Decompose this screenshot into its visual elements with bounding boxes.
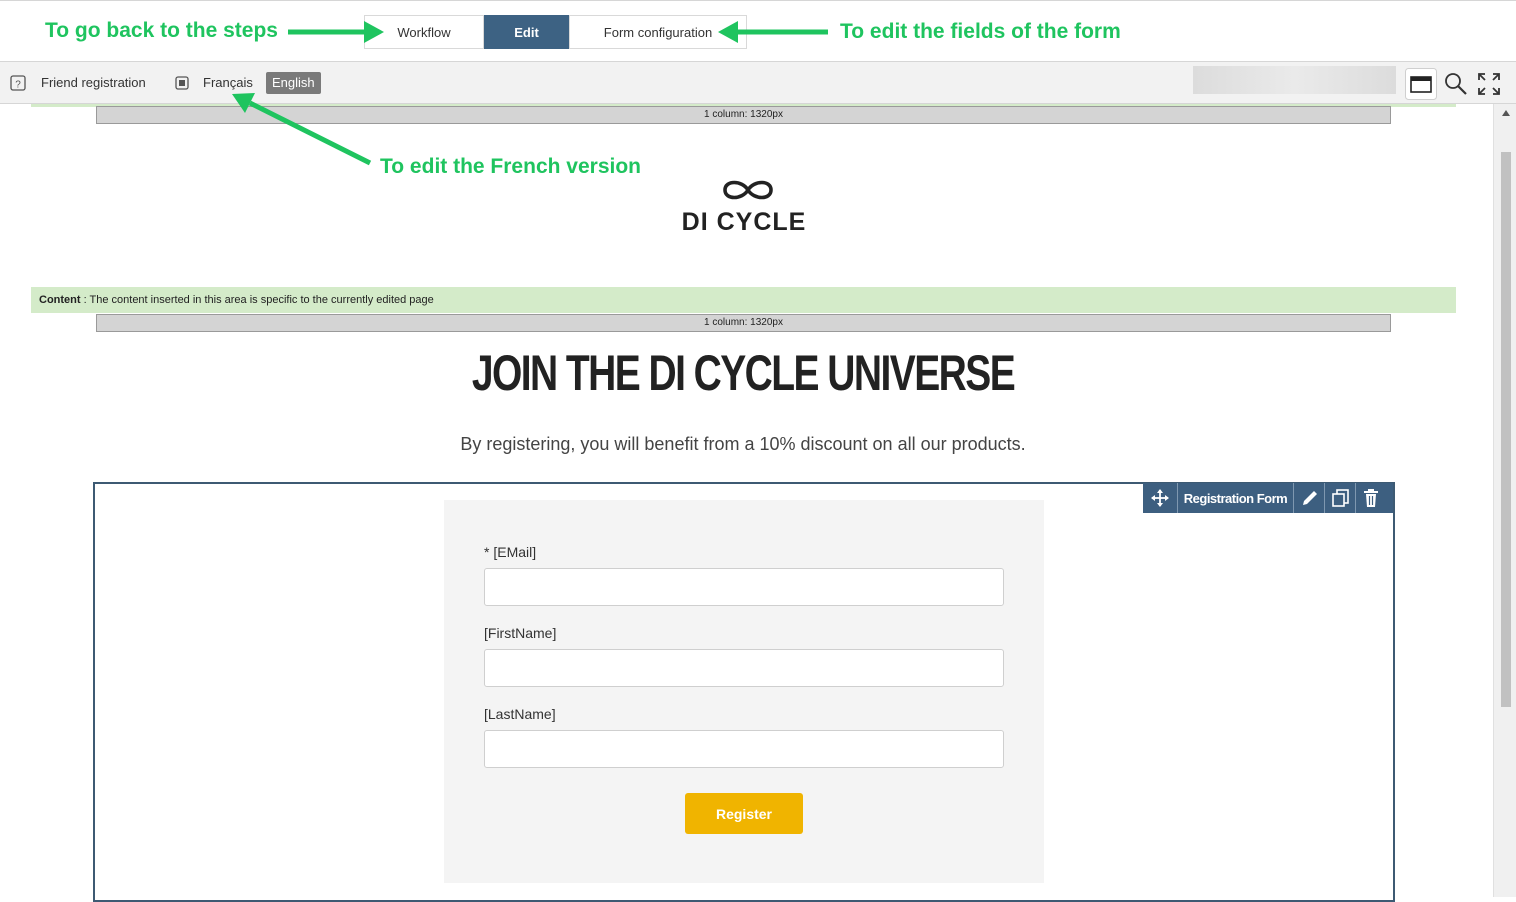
page-subheadline: By registering, you will benefit from a … <box>460 434 1026 454</box>
email-field[interactable] <box>484 568 1004 606</box>
lastname-label: [LastName] <box>484 706 556 722</box>
search-icon[interactable] <box>1444 72 1468 96</box>
help-icon[interactable]: ? <box>10 75 26 91</box>
toolbar-divider <box>1355 483 1356 513</box>
firstname-field[interactable] <box>484 649 1004 687</box>
toolbar-divider <box>1293 483 1294 513</box>
page-headline: JOIN THE DI CYCLE UNIVERSE <box>471 345 1016 401</box>
lastname-field[interactable] <box>484 730 1004 768</box>
fullscreen-icon[interactable] <box>1478 73 1500 95</box>
block-toolbar: Registration Form <box>1143 483 1393 513</box>
content-band-title: Content <box>39 294 81 306</box>
delete-trash-icon[interactable] <box>1362 488 1380 508</box>
scroll-up-icon[interactable] <box>1501 109 1511 117</box>
blurred-user-area <box>1193 66 1396 94</box>
tab-edit[interactable]: Edit <box>484 15 569 49</box>
register-button[interactable]: Register <box>685 793 803 834</box>
annotation-edit-fields: To edit the fields of the form <box>840 20 1121 43</box>
content-band: Content : The content inserted in this a… <box>31 287 1456 313</box>
language-english[interactable]: English <box>266 72 321 94</box>
scroll-thumb[interactable] <box>1501 152 1511 707</box>
logo-text: DI CYCLE <box>681 208 807 236</box>
language-francais[interactable]: Français <box>203 75 253 90</box>
edit-pencil-icon[interactable] <box>1300 488 1320 508</box>
firstname-label: [FirstName] <box>484 625 557 641</box>
block-toolbar-label: Registration Form <box>1183 490 1288 506</box>
preview-window-icon[interactable] <box>1405 68 1437 100</box>
column-bar-content[interactable]: 1 column: 1320px <box>96 314 1391 332</box>
annotation-edit-french: To edit the French version <box>380 155 641 178</box>
annotation-back-to-steps: To go back to the steps <box>45 19 278 42</box>
svg-text:?: ? <box>15 80 21 91</box>
page-name: Friend registration <box>41 75 146 90</box>
logo-infinity-icon <box>723 180 773 200</box>
email-label: * [EMail] <box>484 544 537 560</box>
column-bar-header[interactable]: 1 column: 1320px <box>96 106 1391 124</box>
tab-form-configuration[interactable]: Form configuration <box>569 15 747 49</box>
editor-toolbar: ? Friend registration Français English <box>0 62 1516 104</box>
duplicate-icon[interactable] <box>1331 488 1351 508</box>
content-band-text: : The content inserted in this area is s… <box>80 294 434 306</box>
translate-icon <box>175 76 189 90</box>
toolbar-divider <box>1324 483 1325 513</box>
move-icon[interactable] <box>1151 489 1169 507</box>
scrollbar[interactable] <box>1493 104 1516 897</box>
tab-workflow[interactable]: Workflow <box>364 15 484 49</box>
